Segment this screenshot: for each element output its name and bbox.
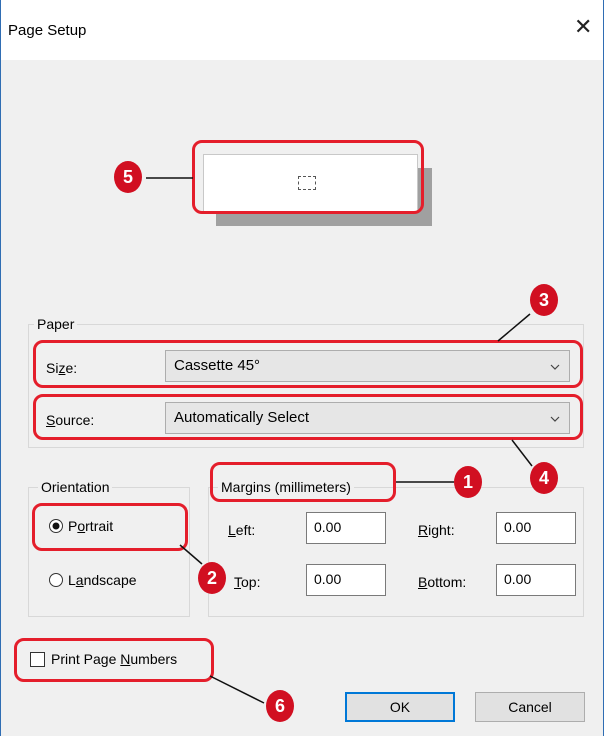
callout-badge: 1 — [454, 466, 482, 498]
callout-badge: 2 — [198, 562, 226, 594]
callout-lines — [146, 177, 533, 704]
callout-badge: 6 — [266, 690, 294, 722]
callout-badge: 4 — [530, 462, 558, 494]
callout-badge: 5 — [114, 161, 142, 193]
callout-badge: 3 — [530, 284, 558, 316]
